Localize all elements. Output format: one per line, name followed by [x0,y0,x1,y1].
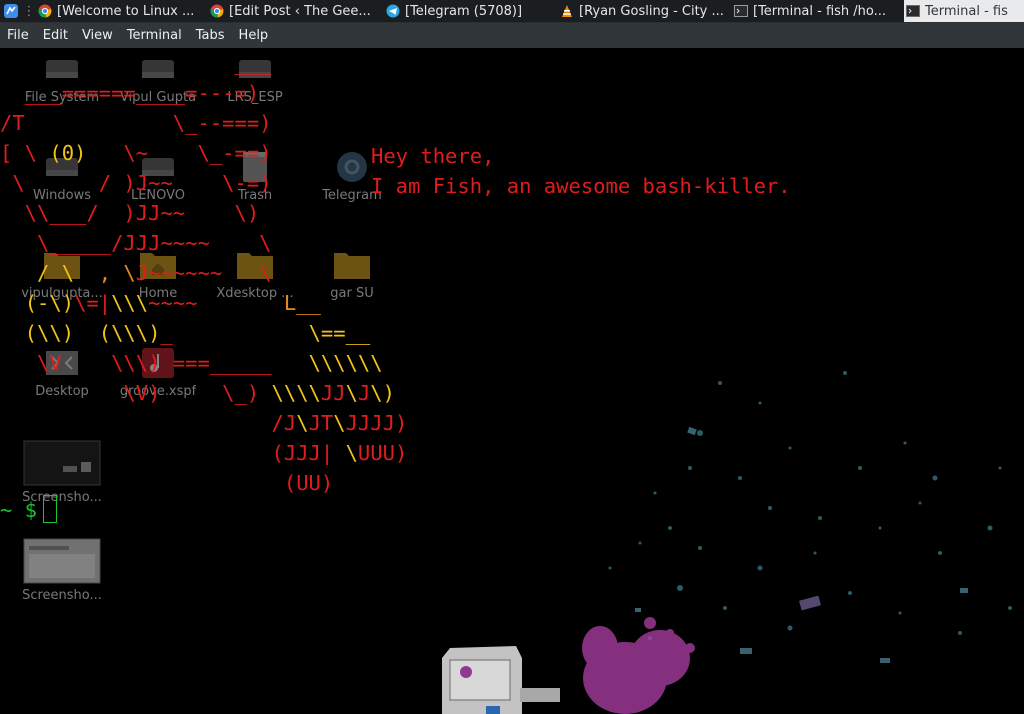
telegram-icon [386,4,400,18]
vlc-icon [560,4,574,18]
menu-view[interactable]: View [75,23,120,48]
shell-prompt[interactable]: ~ $ [0,495,58,525]
task-label: [Terminal - fish /ho... [753,3,887,19]
greeting-line-1: Hey there, [371,144,495,168]
terminal-icon [734,4,748,18]
terminal-menubar: File Edit View Terminal Tabs Help [0,23,1024,48]
task-label: [Telegram (5708)] [405,3,523,19]
task-vlc-ryan-gosling[interactable]: [Ryan Gosling - City ... [558,0,732,22]
menu-tabs[interactable]: Tabs [189,23,232,48]
menu-help[interactable]: Help [232,23,276,48]
desktop-icon-label: Screensho... [22,588,102,603]
task-welcome-to-linux[interactable]: [Welcome to Linux ... [36,0,208,22]
prompt-text: ~ $ [0,498,38,522]
task-edit-post[interactable]: [Edit Post ‹ The Gee... [208,0,384,22]
screenshot-icon [23,538,101,584]
task-label: [Edit Post ‹ The Gee... [229,3,371,19]
task-label: [Ryan Gosling - City ... [579,3,724,19]
taskbar: ⋮ [Welcome to Linux ... [Edit Post ‹ The… [0,0,1024,23]
desktop-icon-screenshot-2[interactable]: Screensho... [12,538,112,604]
menu-file[interactable]: File [0,23,36,48]
task-label: [Welcome to Linux ... [57,3,195,19]
terminal-icon [906,4,920,18]
task-label: Terminal - fis [925,3,1008,19]
task-terminal-fish-active[interactable]: Terminal - fis [904,0,1024,22]
taskbar-separator: ⋮ [22,3,36,19]
chrome-icon [38,4,52,18]
task-terminal-fish-home[interactable]: [Terminal - fish /ho... [732,0,904,22]
chrome-icon [210,4,224,18]
menu-edit[interactable]: Edit [36,23,75,48]
terminal-area[interactable]: File System Vipul Gupta LRS_ESP Windows … [0,48,1024,714]
greeting-line-2: I am Fish, an awesome bash-killer. [371,174,791,198]
fish-ascii-art: ___ ___======____=---=) /T \_--===) [ \ … [0,51,408,495]
kde-launcher-icon[interactable] [0,0,22,22]
text-cursor [43,495,58,523]
menu-terminal[interactable]: Terminal [120,23,189,48]
task-telegram[interactable]: [Telegram (5708)] [384,0,558,22]
fish-greeting: Hey there, I am Fish, an awesome bash-kil… [371,141,791,201]
